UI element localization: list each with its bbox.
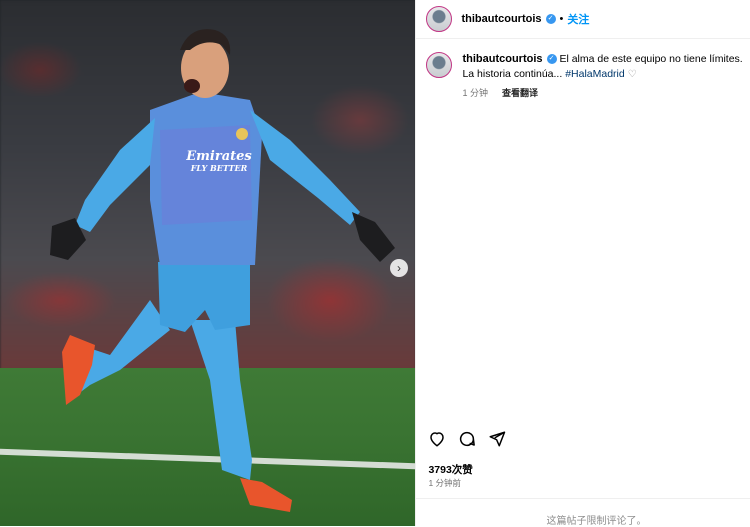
post-view: Emirates FLY BETTER › thibautcourtois ✓ … <box>0 0 750 527</box>
chevron-right-icon[interactable]: › <box>390 259 408 277</box>
caption-avatar[interactable] <box>426 52 453 78</box>
heart-icon[interactable] <box>428 430 446 448</box>
divider <box>416 498 750 499</box>
comment-icon[interactable] <box>458 430 476 448</box>
comments-restricted-notice: 这篇帖子限制评论了。 <box>546 516 647 527</box>
jersey-sponsor: Emirates FLY BETTER <box>186 149 252 173</box>
share-icon[interactable] <box>488 430 506 448</box>
post-header: thibautcourtois ✓ • 关注 <box>416 0 750 39</box>
caption-time: 1 分钟 <box>462 88 488 98</box>
heart-outline-icon[interactable]: ♡ <box>628 69 637 80</box>
separator: • <box>559 13 564 25</box>
verified-badge-icon: ✓ <box>546 54 557 65</box>
post-details: thibautcourtois ✓ • 关注 thibautcourtois ✓ … <box>415 0 750 527</box>
hashtag-link[interactable]: #HalaMadrid <box>565 68 625 80</box>
action-bar <box>428 430 506 448</box>
caption-username[interactable]: thibautcourtois <box>462 53 542 65</box>
caption: thibautcourtois ✓ El alma de este equipo … <box>426 52 744 101</box>
translate-link[interactable]: 查看翻译 <box>502 86 538 101</box>
post-time: 1 分钟前 <box>428 478 462 488</box>
post-media: Emirates FLY BETTER › <box>0 0 416 526</box>
avatar[interactable] <box>426 6 453 32</box>
username-link[interactable]: thibautcourtois <box>461 13 541 25</box>
goalkeeper-photo <box>50 29 395 512</box>
follow-button[interactable]: 关注 <box>567 11 589 27</box>
verified-badge-icon: ✓ <box>545 14 556 24</box>
like-count[interactable]: 3793次赞 <box>428 462 472 477</box>
